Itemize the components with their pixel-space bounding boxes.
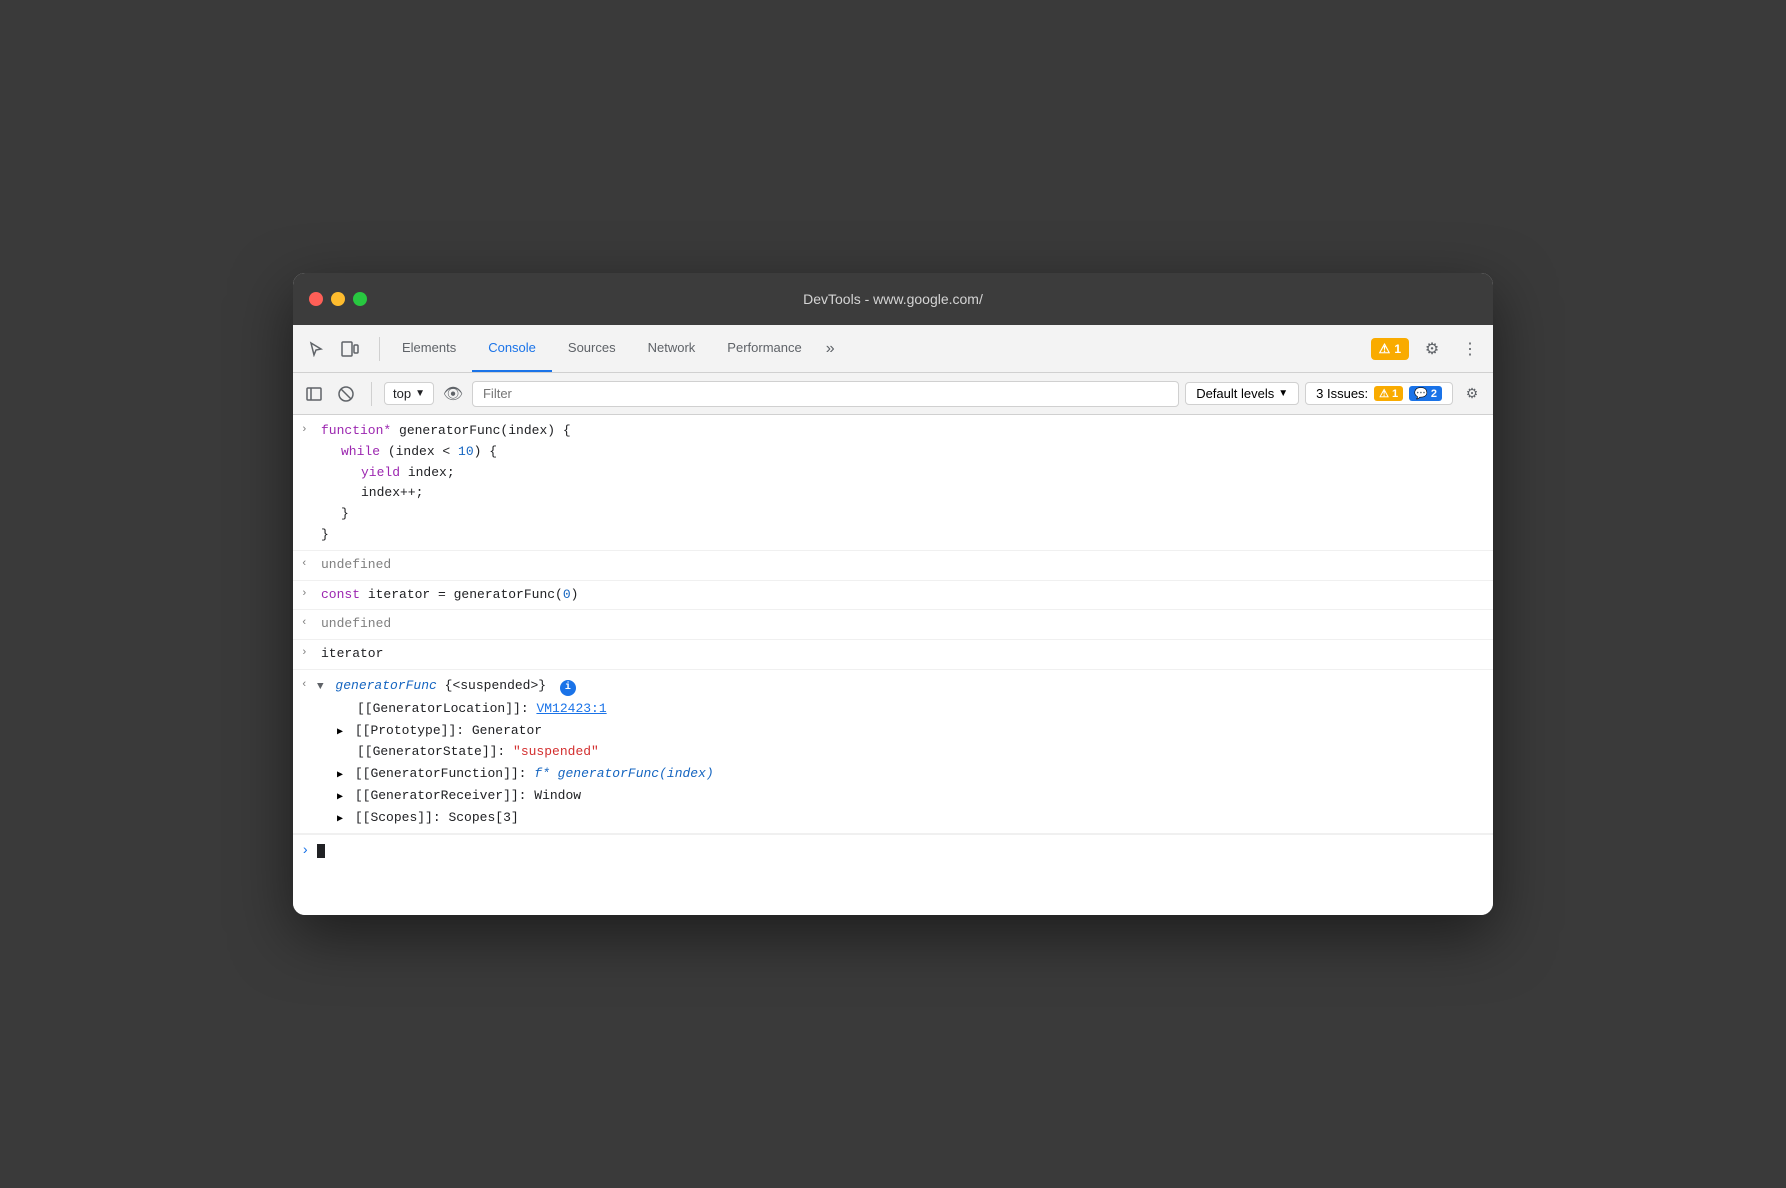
more-options-btn[interactable]: ⋮ <box>1455 334 1485 364</box>
generator-location-link[interactable]: VM12423:1 <box>536 701 606 716</box>
minimize-button[interactable] <box>331 292 345 306</box>
console-entry-1: › function* generatorFunc(index) { while… <box>293 415 1493 551</box>
genreceiver-expand[interactable]: ▶ <box>337 792 343 803</box>
console-entry-5: › iterator <box>293 640 1493 670</box>
warning-icon: ⚠ <box>1379 341 1391 357</box>
entry-content-6: ▼ generatorFunc {<suspended>} i [[Genera… <box>317 676 1485 829</box>
clear-icon <box>338 386 354 402</box>
log-levels-dropdown[interactable]: Default levels ▼ <box>1185 382 1299 405</box>
console-entry-3: › const iterator = generatorFunc(0) <box>293 581 1493 611</box>
tab-network[interactable]: Network <box>632 325 712 372</box>
filter-input[interactable] <box>472 381 1179 407</box>
toolbar-right: ⚠ 1 ⚙ ⋮ <box>1371 334 1485 364</box>
console-toolbar-divider <box>371 382 372 406</box>
close-button[interactable] <box>309 292 323 306</box>
maximize-button[interactable] <box>353 292 367 306</box>
window-title: DevTools - www.google.com/ <box>803 291 983 307</box>
tab-sources[interactable]: Sources <box>552 325 632 372</box>
console-toolbar: top ▼ 👁 Default levels ▼ 3 Issues: ⚠ 1 💬… <box>293 373 1493 415</box>
collapse-arrow-6[interactable]: ▼ <box>317 681 324 693</box>
input-prompt-icon: › <box>301 843 309 859</box>
prototype-expand[interactable]: ▶ <box>337 727 343 738</box>
gear-icon: ⚙ <box>1425 339 1439 359</box>
entry-content-2: undefined <box>321 555 1485 576</box>
tab-bar: Elements Console Sources Network Perform… <box>386 325 1371 372</box>
toolbar-icons <box>301 334 365 364</box>
console-area: › function* generatorFunc(index) { while… <box>293 415 1493 915</box>
cursor <box>317 844 325 858</box>
issues-badge[interactable]: 3 Issues: ⚠ 1 💬 2 <box>1305 382 1453 405</box>
warning-badge[interactable]: ⚠ 1 <box>1371 338 1409 360</box>
keyword-const: const <box>321 587 360 602</box>
info-count-badge: 💬 2 <box>1409 386 1442 401</box>
warning-icon-small: ⚠ <box>1379 387 1389 400</box>
keyword-function: function* <box>321 423 391 438</box>
device-icon <box>341 341 359 357</box>
keyword-while: while <box>341 444 380 459</box>
entry-content-5: iterator <box>321 644 1485 665</box>
clear-console-btn[interactable] <box>333 381 359 407</box>
expand-arrow-5[interactable]: › <box>301 647 315 659</box>
toolbar-divider <box>379 337 380 361</box>
tab-performance[interactable]: Performance <box>711 325 817 372</box>
cursor-icon-btn[interactable] <box>301 334 331 364</box>
more-options-icon: ⋮ <box>1462 339 1478 359</box>
tab-elements[interactable]: Elements <box>386 325 472 372</box>
chevron-down-icon-levels: ▼ <box>1278 388 1288 399</box>
main-toolbar: Elements Console Sources Network Perform… <box>293 325 1493 373</box>
console-entry-6: ‹ ▼ generatorFunc {<suspended>} i [[Gene… <box>293 670 1493 834</box>
devtools-window: DevTools - www.google.com/ Elements <box>293 273 1493 915</box>
cursor-icon <box>308 341 324 357</box>
entry-content-1: function* generatorFunc(index) { while (… <box>321 421 1485 546</box>
output-back-arrow-6: ‹ <box>301 679 315 691</box>
entry-content-4: undefined <box>321 614 1485 635</box>
eye-icon: 👁 <box>443 384 463 404</box>
sidebar-icon <box>306 387 322 401</box>
warning-count-badge: ⚠ 1 <box>1374 386 1403 401</box>
console-entry-2: ‹ undefined <box>293 551 1493 581</box>
sidebar-toggle-btn[interactable] <box>301 381 327 407</box>
title-bar: DevTools - www.google.com/ <box>293 273 1493 325</box>
scopes-expand[interactable]: ▶ <box>337 814 343 825</box>
console-entry-4: ‹ undefined <box>293 610 1493 640</box>
entry-content-3: const iterator = generatorFunc(0) <box>321 585 1485 606</box>
chevron-down-icon: ▼ <box>415 388 425 399</box>
keyword-yield: yield <box>361 465 400 480</box>
expand-arrow-3[interactable]: › <box>301 588 315 600</box>
more-tabs-btn[interactable]: » <box>818 325 843 372</box>
output-arrow-2: ‹ <box>301 558 315 570</box>
expand-arrow-1[interactable]: › <box>301 424 315 436</box>
genfunction-expand[interactable]: ▶ <box>337 770 343 781</box>
tab-console[interactable]: Console <box>472 325 552 372</box>
context-selector[interactable]: top ▼ <box>384 382 434 405</box>
info-badge-6[interactable]: i <box>560 680 576 696</box>
info-icon-small: 💬 <box>1414 387 1428 400</box>
traffic-lights <box>309 292 367 306</box>
output-arrow-4: ‹ <box>301 617 315 629</box>
console-settings-btn[interactable]: ⚙ <box>1459 381 1485 407</box>
live-expressions-btn[interactable]: 👁 <box>440 381 466 407</box>
console-input-line[interactable]: › <box>293 834 1493 867</box>
settings-btn[interactable]: ⚙ <box>1417 334 1447 364</box>
console-gear-icon: ⚙ <box>1466 385 1479 402</box>
device-icon-btn[interactable] <box>335 334 365 364</box>
